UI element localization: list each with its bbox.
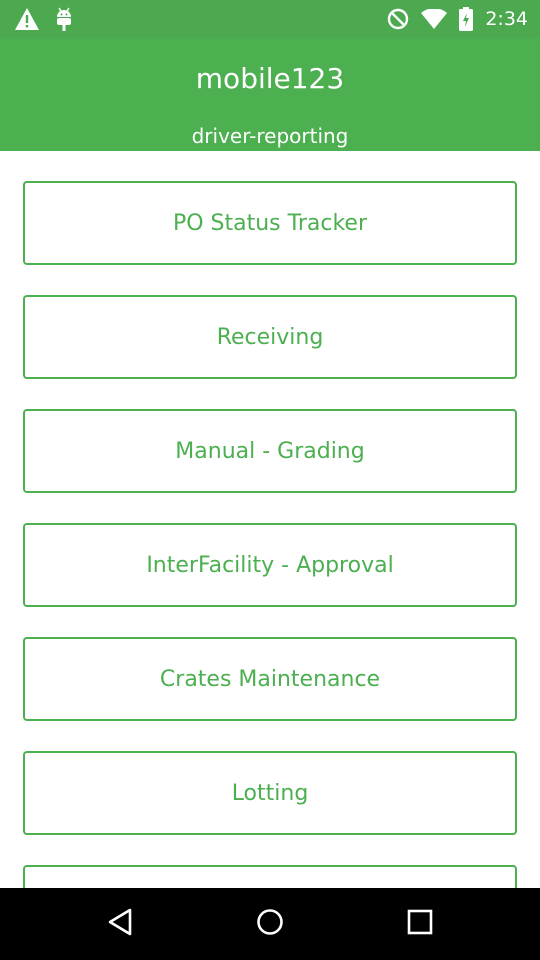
recents-icon [407, 909, 433, 939]
home-icon [256, 908, 284, 940]
status-time: 2:34 [485, 8, 528, 30]
wifi-icon [421, 9, 448, 29]
menu-list[interactable]: PO Status Tracker Receiving Manual - Gra… [0, 151, 540, 888]
app-header: mobile123 driver-reporting [0, 38, 540, 151]
battery-icon [459, 7, 474, 31]
po-status-tracker-button[interactable]: PO Status Tracker [23, 181, 517, 265]
navigation-bar [0, 888, 540, 960]
android-debug-icon [54, 7, 74, 31]
status-bar: 2:34 [0, 0, 540, 38]
manual-grading-button[interactable]: Manual - Grading [23, 409, 517, 493]
app-title: mobile123 [195, 62, 345, 95]
do-not-disturb-icon [387, 8, 409, 30]
menu-button-partial[interactable] [23, 865, 517, 888]
interfacility-approval-button[interactable]: InterFacility - Approval [23, 523, 517, 607]
lotting-button[interactable]: Lotting [23, 751, 517, 835]
crates-maintenance-button[interactable]: Crates Maintenance [23, 637, 517, 721]
home-button[interactable] [250, 906, 290, 942]
back-icon [107, 908, 133, 940]
app-subtitle: driver-reporting [191, 124, 349, 148]
recents-button[interactable] [400, 906, 440, 942]
receiving-button[interactable]: Receiving [23, 295, 517, 379]
back-button[interactable] [100, 906, 140, 942]
warning-icon [14, 7, 40, 31]
